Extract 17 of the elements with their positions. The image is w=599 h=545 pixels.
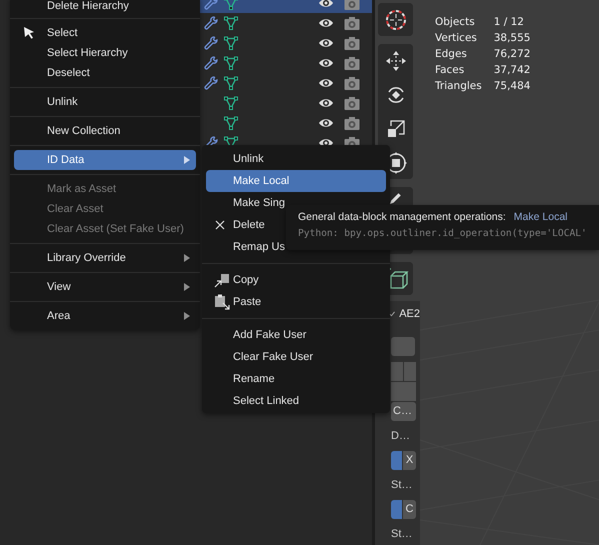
stat-value: 37,742 xyxy=(494,64,530,76)
stat-label: Triangles xyxy=(435,80,482,92)
stat-value: 75,484 xyxy=(494,80,530,92)
stat-label: Objects xyxy=(435,16,476,28)
panel-label: D… xyxy=(391,429,411,444)
tooltip-description: General data-block management operations: xyxy=(298,211,506,223)
panel-label: AE2 xyxy=(399,308,420,320)
tooltip-operation: Make Local xyxy=(514,211,568,223)
stat-value: 38,555 xyxy=(494,32,530,44)
stat-label: Edges xyxy=(435,48,468,60)
panel-label: St… xyxy=(391,478,414,493)
tooltip-python: Python: bpy.ops.outliner.id_operation(type='LOCAL' xyxy=(298,228,588,239)
stat-value: 76,272 xyxy=(494,48,530,60)
stat-label: Faces xyxy=(435,64,466,76)
panel-label: St… xyxy=(391,527,414,542)
stat-value: 1 / 12 xyxy=(494,16,525,28)
stat-label: Vertices xyxy=(435,32,478,44)
